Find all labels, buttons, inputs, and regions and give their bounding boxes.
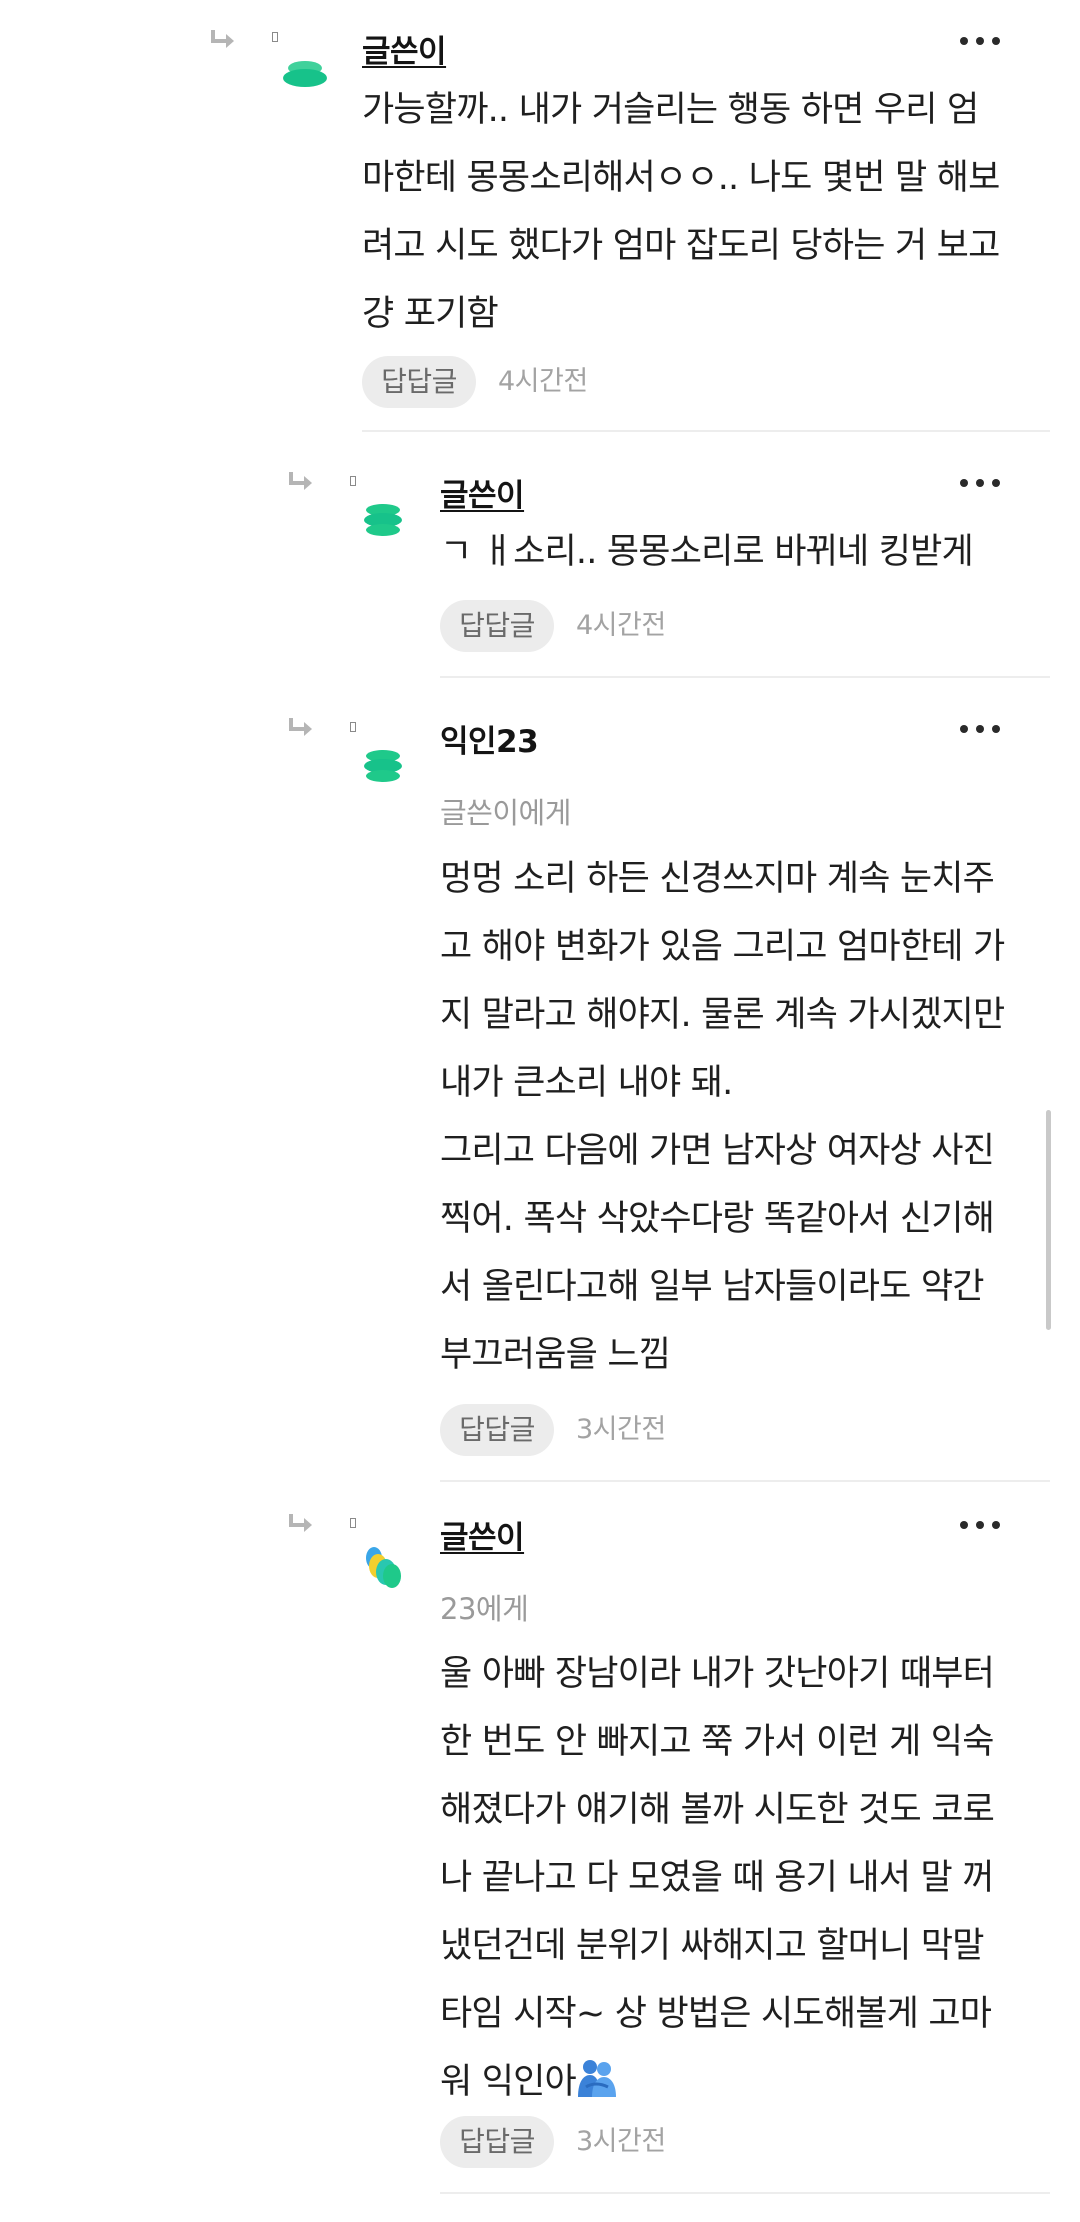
comment-time: 3시간전 <box>576 1414 666 1445</box>
reply-button[interactable]: 답답글 <box>440 2116 554 2168</box>
comment-text: ㄱ ㅐ소리.. 몽몽소리로 바뀌네 킹받게 <box>440 532 974 572</box>
reply-button[interactable]: 답답글 <box>362 356 476 408</box>
comment-author[interactable]: 글쓴이 <box>362 26 447 71</box>
reply-button[interactable]: 답답글 <box>440 600 554 652</box>
comment-time: 3시간전 <box>576 2126 666 2157</box>
comment-recipient: 글쓴이에게 <box>440 796 571 830</box>
placeholder-glyph-icon <box>350 1518 356 1528</box>
scrollbar[interactable] <box>1046 1110 1051 1330</box>
placeholder-glyph-icon <box>272 32 278 42</box>
placeholder-glyph-icon <box>350 476 356 486</box>
more-options-icon[interactable] <box>960 34 1000 48</box>
divider <box>362 430 1050 432</box>
reply-arrow-icon <box>289 472 312 490</box>
reply-arrow-icon <box>289 718 312 736</box>
avatar[interactable] <box>280 50 330 100</box>
comment-time: 4시간전 <box>576 610 666 641</box>
people-hugging-emoji <box>577 2060 616 2097</box>
comment-text: 울 아빠 장남이라 내가 갓난아기 때부터 한 번도 안 빠지고 쭉 가서 이런… <box>440 1654 995 2102</box>
reply-arrow-icon <box>289 1514 312 1532</box>
comment-author[interactable]: 익인23 <box>440 716 539 761</box>
comment-text: 가능할까.. 내가 거슬리는 행동 하면 우리 엄 마한테 몽몽소리해서ㅇㅇ..… <box>362 90 1000 334</box>
comment-author[interactable]: 글쓴이 <box>440 470 525 515</box>
reply-button[interactable]: 답답글 <box>440 1404 554 1456</box>
divider <box>440 676 1050 678</box>
divider <box>440 2192 1050 2194</box>
more-options-icon[interactable] <box>960 722 1000 736</box>
comment-recipient: 23에게 <box>440 1592 529 1626</box>
reply-arrow-icon <box>211 30 234 48</box>
more-options-icon[interactable] <box>960 1518 1000 1532</box>
placeholder-glyph-icon <box>350 722 356 732</box>
avatar[interactable] <box>358 496 408 546</box>
avatar[interactable] <box>360 1542 410 1592</box>
comment-author[interactable]: 글쓴이 <box>440 1512 525 1557</box>
comment-time: 4시간전 <box>498 366 588 397</box>
more-options-icon[interactable] <box>960 476 1000 490</box>
avatar[interactable] <box>358 742 408 792</box>
comment-text-wrap: 울 아빠 장남이라 내가 갓난아기 때부터 한 번도 안 빠지고 쭉 가서 이런… <box>440 1640 995 2116</box>
divider <box>440 1480 1050 1482</box>
comment-text: 멍멍 소리 하든 신경쓰지마 계속 눈치주 고 해야 변화가 있음 그리고 엄마… <box>440 859 1005 1375</box>
